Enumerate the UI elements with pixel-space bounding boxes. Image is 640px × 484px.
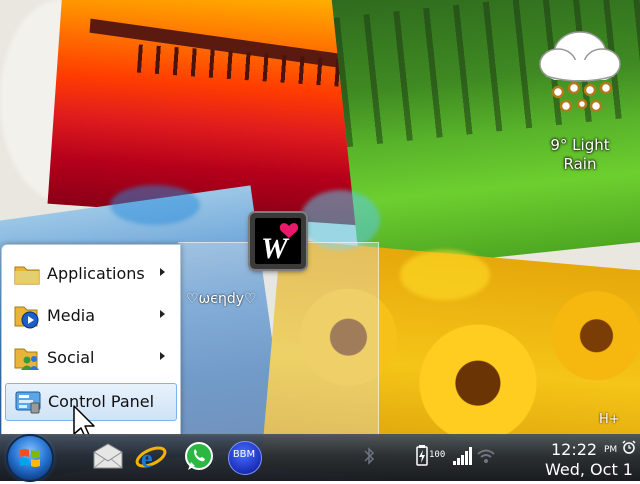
user-avatar[interactable]: W: [250, 213, 306, 269]
menu-item-label: Control Panel: [48, 392, 155, 411]
clock-ampm: PM: [604, 445, 618, 455]
heart-w-logo: W: [261, 223, 299, 265]
chevron-right-icon: [160, 352, 165, 360]
chevron-right-icon: [160, 310, 165, 318]
clock-time[interactable]: 12:22: [551, 440, 597, 459]
menu-item-applications[interactable]: Applications: [5, 255, 175, 293]
battery-level: 100: [429, 450, 446, 460]
weather-label: 9° Light Rain: [550, 136, 610, 173]
media-folder-icon: [14, 306, 39, 329]
menu-item-label: Media: [47, 306, 96, 325]
menu-item-media[interactable]: Media: [5, 297, 175, 335]
battery-charging-icon: [416, 445, 428, 466]
weather-widget[interactable]: 9° Light Rain: [532, 20, 628, 173]
start-button[interactable]: [8, 436, 52, 480]
bbm-button[interactable]: BBM: [227, 440, 262, 475]
bluetooth-icon[interactable]: [362, 444, 376, 468]
signal-strength-icon[interactable]: [451, 444, 473, 468]
social-folder-icon: [14, 348, 39, 370]
mail-icon[interactable]: [91, 440, 125, 474]
control-panel-icon: [15, 391, 41, 414]
windows-logo-icon: [20, 449, 40, 467]
whatsapp-icon[interactable]: [182, 440, 216, 474]
svg-text:e: e: [141, 444, 153, 473]
menu-item-label: Social: [47, 348, 95, 367]
user-panel: [178, 242, 379, 436]
username: ♡ωєηdу♡: [186, 291, 257, 307]
chevron-right-icon: [160, 268, 165, 276]
internet-explorer-icon[interactable]: e: [134, 440, 168, 474]
alarm-clock-icon: [622, 440, 636, 454]
menu-item-label: Applications: [47, 264, 145, 283]
rain-cloud-icon: [539, 31, 621, 113]
avatar-letter: W: [261, 232, 290, 264]
battery-indicator[interactable]: 100: [415, 444, 451, 468]
folder-icon: [14, 266, 40, 285]
bbm-label: BBM: [232, 449, 256, 460]
network-type-label: H+: [599, 412, 620, 427]
wifi-icon[interactable]: [476, 444, 496, 468]
menu-item-social[interactable]: Social: [5, 339, 175, 377]
clock-date[interactable]: Wed, Oct 1: [545, 460, 633, 479]
